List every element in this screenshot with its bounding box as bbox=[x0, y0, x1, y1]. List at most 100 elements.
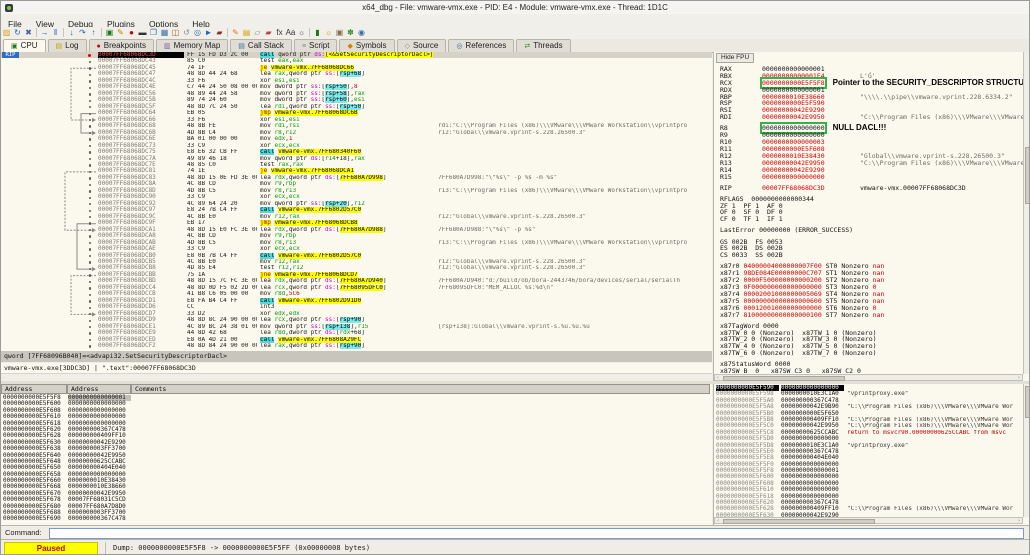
row-dot-icon[interactable] bbox=[89, 177, 91, 179]
registers-text-line[interactable]: x87TW_6 0 (Nonzero) x87TW_7 0 (Nonzero) bbox=[720, 350, 1021, 357]
row-dot-icon[interactable] bbox=[89, 67, 91, 69]
patch-icon[interactable]: ▰ bbox=[214, 27, 225, 39]
registers-text-line[interactable]: LastError 00000000 (ERROR_SUCCESS) bbox=[720, 227, 1021, 234]
user-icon[interactable]: ☼ bbox=[296, 27, 307, 39]
edit-icon[interactable]: ✎ bbox=[115, 27, 126, 39]
stack-vertical-scrollbar[interactable] bbox=[1023, 384, 1030, 517]
cpu-icon[interactable]: ▣ bbox=[104, 27, 115, 39]
row-dot-icon[interactable] bbox=[89, 242, 91, 244]
row-dot-icon[interactable] bbox=[89, 203, 91, 205]
highlight-icon[interactable]: ▱ bbox=[252, 27, 263, 39]
row-dot-icon[interactable] bbox=[89, 125, 91, 127]
step-out-icon[interactable]: ↑ bbox=[88, 27, 99, 39]
step-into-icon[interactable]: ↓ bbox=[66, 27, 77, 39]
row-dot-icon[interactable] bbox=[89, 281, 91, 283]
row-dot-icon[interactable] bbox=[89, 190, 91, 192]
tab-threads[interactable]: ⇄Threads bbox=[516, 39, 570, 52]
tab-cpu[interactable]: ▣CPU bbox=[3, 39, 46, 52]
row-dot-icon[interactable] bbox=[89, 138, 91, 140]
memory-icon[interactable]: ▬ bbox=[137, 27, 148, 39]
row-dot-icon[interactable] bbox=[89, 345, 91, 347]
row-dot-icon[interactable] bbox=[89, 210, 91, 212]
registers-text-line[interactable]: CS 0033 SS 002B bbox=[720, 252, 1021, 259]
window-icon[interactable]: ❐ bbox=[148, 27, 159, 39]
register-row-rip[interactable]: RIP00007FF68068DC3Dvmware-vmx.00007FF680… bbox=[720, 185, 1021, 192]
row-dot-icon[interactable] bbox=[89, 74, 91, 76]
registers-vertical-scrollbar[interactable] bbox=[1023, 52, 1030, 374]
row-dot-icon[interactable] bbox=[89, 80, 91, 82]
command-input[interactable] bbox=[49, 528, 1024, 539]
open-file-icon[interactable]: ▨ bbox=[1, 27, 12, 39]
x87-register-row[interactable]: x87r7 81000000000000000100 ST7 Nonzero n… bbox=[720, 312, 1021, 319]
tab-references[interactable]: ◎References bbox=[448, 39, 514, 52]
row-dot-icon[interactable] bbox=[89, 294, 91, 296]
pause-icon[interactable]: ‖ bbox=[50, 27, 61, 39]
row-dot-icon[interactable] bbox=[89, 164, 91, 166]
row-dot-icon[interactable] bbox=[89, 119, 91, 121]
row-dot-icon[interactable] bbox=[89, 320, 91, 322]
box-icon[interactable]: ▣ bbox=[334, 27, 345, 39]
row-dot-icon[interactable] bbox=[89, 61, 91, 63]
lamp-icon[interactable]: ☼ bbox=[323, 27, 334, 39]
registers-horizontal-scrollbar[interactable]: ‹› bbox=[714, 374, 1023, 381]
row-dot-icon[interactable] bbox=[89, 274, 91, 276]
tab-symbols[interactable]: ◆Symbols bbox=[339, 39, 394, 52]
row-dot-icon[interactable] bbox=[89, 339, 91, 341]
row-dot-icon[interactable] bbox=[89, 87, 91, 89]
tab-source[interactable]: ◇Source bbox=[397, 39, 447, 52]
row-dot-icon[interactable] bbox=[89, 145, 91, 147]
row-dot-icon[interactable] bbox=[89, 184, 91, 186]
row-dot-icon[interactable] bbox=[89, 313, 91, 315]
disasm-row[interactable]: 00007FF68068DCF248 8D 84 24 90 00 00 00l… bbox=[1, 343, 712, 349]
tab-call-stack[interactable]: ▤Call Stack bbox=[230, 39, 292, 52]
refresh-icon[interactable]: ↺ bbox=[181, 27, 192, 39]
row-dot-icon[interactable] bbox=[89, 248, 91, 250]
flower-icon[interactable]: ✽ bbox=[345, 27, 356, 39]
row-dot-icon[interactable] bbox=[89, 158, 91, 160]
close-icon[interactable]: ✖ bbox=[23, 27, 34, 39]
registers-text-line[interactable]: CF 0 TF 1 IF 1 bbox=[720, 216, 1021, 223]
row-dot-icon[interactable] bbox=[89, 261, 91, 263]
hide-fpu-button[interactable]: Hide FPU bbox=[716, 53, 754, 63]
register-row-r15[interactable]: R150000000000000000 bbox=[720, 174, 1021, 181]
search-icon[interactable]: ◎ bbox=[192, 27, 203, 39]
row-dot-icon[interactable] bbox=[89, 216, 91, 218]
eraser-icon[interactable]: ▰ bbox=[263, 27, 274, 39]
row-dot-icon[interactable] bbox=[89, 132, 91, 134]
run-icon[interactable]: → bbox=[39, 27, 50, 39]
tab-script[interactable]: ≡Script bbox=[294, 39, 338, 52]
pencil-icon[interactable]: ✎ bbox=[230, 27, 241, 39]
row-dot-icon[interactable] bbox=[89, 151, 91, 153]
info-icon[interactable]: ◉ bbox=[356, 27, 367, 39]
notes-icon[interactable]: ▤ bbox=[241, 27, 252, 39]
row-dot-icon[interactable] bbox=[89, 93, 91, 95]
register-row-rdi[interactable]: RDI00000000042E9950"C:\\Program Files (x… bbox=[720, 114, 1021, 121]
row-dot-icon[interactable] bbox=[89, 229, 91, 231]
row-dot-icon[interactable] bbox=[89, 255, 91, 257]
breakpoint-dot-icon[interactable] bbox=[88, 54, 91, 57]
row-dot-icon[interactable] bbox=[89, 268, 91, 270]
row-dot-icon[interactable] bbox=[89, 326, 91, 328]
row-dot-icon[interactable] bbox=[89, 197, 91, 199]
row-dot-icon[interactable] bbox=[89, 100, 91, 102]
row-dot-icon[interactable] bbox=[89, 222, 91, 224]
package-icon[interactable]: ◫ bbox=[170, 27, 181, 39]
breakpoint-icon[interactable]: ● bbox=[126, 27, 137, 39]
grid-icon[interactable]: ▦ bbox=[159, 27, 170, 39]
row-dot-icon[interactable] bbox=[89, 307, 91, 309]
row-dot-icon[interactable] bbox=[89, 287, 91, 289]
tab-memory-map[interactable]: ▥Memory Map bbox=[156, 39, 228, 52]
font-icon[interactable]: Aa bbox=[285, 27, 296, 39]
fx-icon[interactable]: fx bbox=[274, 27, 285, 39]
row-dot-icon[interactable] bbox=[89, 113, 91, 115]
chip-icon[interactable]: ▮ bbox=[312, 27, 323, 39]
row-dot-icon[interactable] bbox=[89, 106, 91, 108]
tab-log[interactable]: ▤Log bbox=[48, 39, 87, 52]
row-dot-icon[interactable] bbox=[89, 332, 91, 334]
row-dot-icon[interactable] bbox=[89, 171, 91, 173]
row-dot-icon[interactable] bbox=[89, 235, 91, 237]
plugin-icon[interactable]: ► bbox=[203, 27, 214, 39]
row-dot-icon[interactable] bbox=[89, 300, 91, 302]
dump-row[interactable]: 0000000000E5F690000000000367C478 bbox=[1, 516, 712, 522]
stack-horizontal-scrollbar[interactable]: ‹› bbox=[714, 517, 1023, 524]
